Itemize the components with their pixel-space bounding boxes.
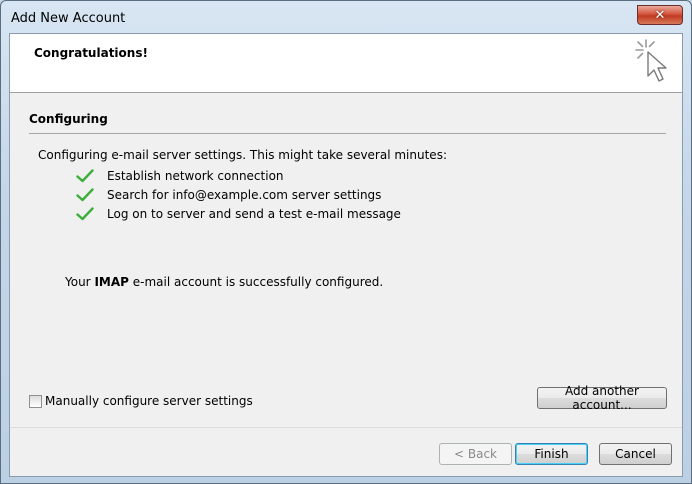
step-item: Search for info@example.com server setti… (76, 185, 401, 204)
finish-button[interactable]: Finish (515, 443, 588, 465)
footer-divider (10, 427, 682, 428)
section-title: Configuring (29, 112, 108, 126)
back-button[interactable]: < Back (439, 443, 512, 465)
add-another-account-button[interactable]: Add another account... (537, 384, 667, 412)
manual-config-option[interactable]: Manually configure server settings (29, 394, 253, 408)
configuring-intro: Configuring e-mail server settings. This… (38, 148, 447, 162)
cancel-button[interactable]: Cancel (599, 443, 672, 465)
step-list: Establish network connection Search for … (76, 166, 401, 223)
close-button[interactable]: ✕ (637, 5, 683, 25)
success-message: Your IMAP e-mail account is successfully… (65, 275, 383, 289)
step-label: Establish network connection (107, 168, 284, 183)
manual-config-label: Manually configure server settings (45, 394, 253, 408)
checkmark-icon (76, 206, 94, 220)
dialog-content: Congratulations! Configuring Configuring… (9, 33, 683, 477)
section-divider (29, 133, 666, 134)
cursor-sparkle-icon (635, 39, 667, 82)
step-item: Log on to server and send a test e-mail … (76, 204, 401, 223)
dialog-header: Congratulations! (10, 34, 682, 93)
manual-config-checkbox[interactable] (29, 394, 42, 408)
checkmark-icon (76, 187, 94, 201)
title-bar[interactable]: Add New Account ✕ (1, 1, 691, 33)
step-item: Establish network connection (76, 166, 401, 185)
window-title: Add New Account (11, 11, 126, 26)
result-prefix: Your (65, 275, 95, 289)
step-label: Search for info@example.com server setti… (107, 187, 382, 202)
checkmark-icon (76, 168, 94, 182)
close-icon: ✕ (654, 7, 666, 23)
add-account-dialog: Add New Account ✕ Congratulations! Confi… (0, 0, 692, 484)
header-title: Congratulations! (34, 46, 148, 60)
result-suffix: e-mail account is successfully configure… (128, 275, 384, 289)
account-protocol: IMAP (94, 275, 129, 289)
step-label: Log on to server and send a test e-mail … (107, 206, 401, 221)
